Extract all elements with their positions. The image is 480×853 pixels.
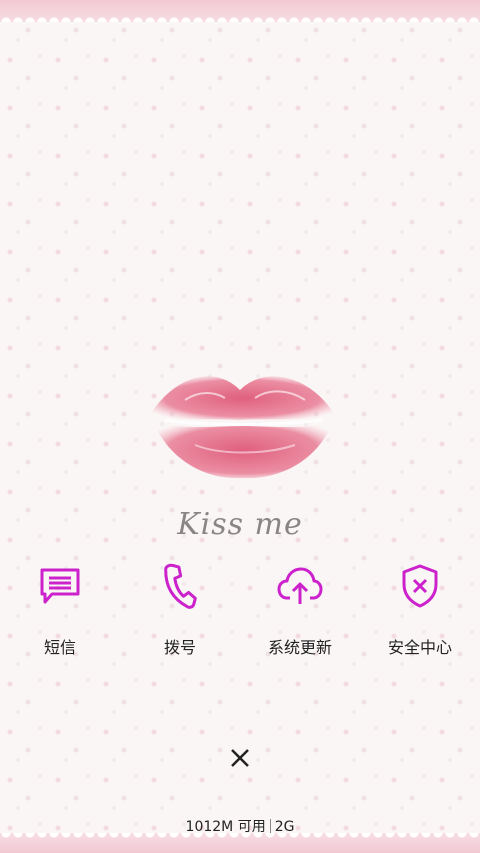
shortcut-label: 拨号	[163, 638, 196, 657]
lips-illustration	[150, 376, 335, 479]
shield-x-icon	[402, 564, 438, 608]
status-divider	[269, 819, 271, 833]
shortcut-security-center[interactable]: 安全中心	[360, 560, 480, 660]
shortcut-row: 短信 拨号 系统更新 安全中心	[0, 560, 480, 660]
shortcut-system-update[interactable]: 系统更新	[240, 560, 360, 660]
lace-border-top	[0, 0, 480, 22]
cloud-upload-icon	[277, 567, 323, 604]
shortcut-label: 安全中心	[387, 638, 452, 657]
shortcut-dialer[interactable]: 拨号	[120, 560, 240, 660]
phone-icon	[164, 563, 197, 609]
close-button[interactable]	[224, 742, 256, 774]
shortcut-label: 短信	[43, 638, 76, 657]
shortcut-messages[interactable]: 短信	[0, 560, 120, 660]
wallpaper-caption: Kiss me	[177, 507, 303, 542]
lace-border-bottom	[0, 833, 480, 853]
shortcut-label: 系统更新	[267, 638, 332, 657]
close-icon	[231, 749, 249, 767]
message-icon	[40, 568, 80, 604]
